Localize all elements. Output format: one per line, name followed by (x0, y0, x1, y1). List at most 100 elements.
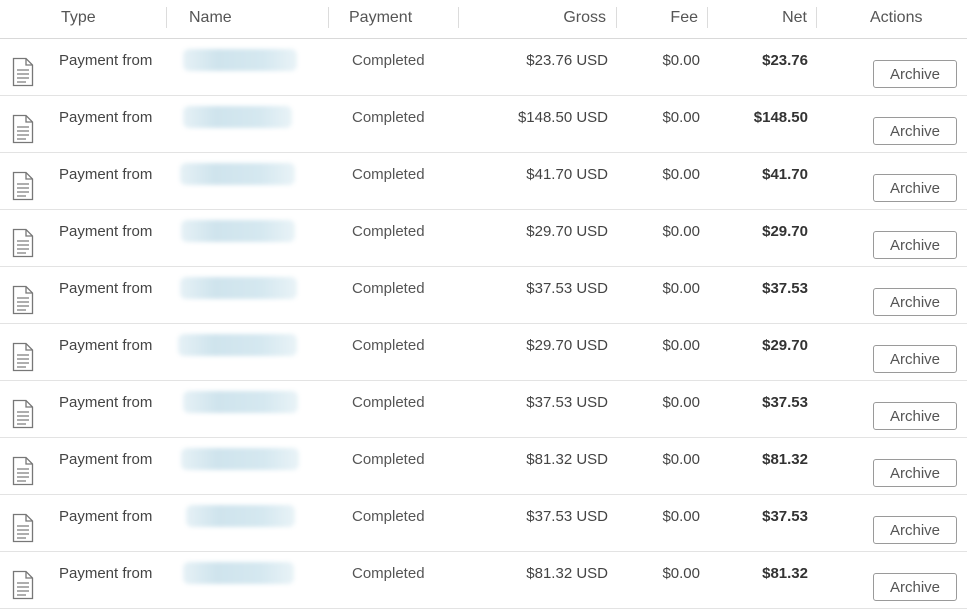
payment-status: Completed (352, 109, 425, 126)
document-icon (12, 456, 34, 486)
redacted-name[interactable] (180, 277, 297, 299)
net-amount: $37.53 (762, 280, 808, 297)
type-label: Payment from (59, 166, 153, 183)
redacted-name[interactable] (183, 562, 294, 584)
document-icon (12, 342, 34, 372)
transactions-table: Type Name Payment Gross Fee Net Actions … (0, 0, 967, 609)
net-amount: $23.76 (762, 52, 808, 69)
payment-status: Completed (352, 166, 425, 183)
table-row[interactable]: Payment from Completed $81.32 USD $0.00 $81.… (0, 552, 967, 609)
net-amount: $29.70 (762, 337, 808, 354)
gross-amount: $81.32 USD (526, 565, 608, 582)
archive-button[interactable]: Archive (873, 345, 957, 373)
column-divider (458, 7, 459, 28)
document-icon (12, 114, 34, 144)
document-icon (12, 399, 34, 429)
column-header-fee[interactable]: Fee (670, 9, 698, 27)
payment-status: Completed (352, 394, 425, 411)
redacted-name[interactable] (180, 163, 295, 185)
document-icon (12, 513, 34, 543)
archive-button[interactable]: Archive (873, 402, 957, 430)
type-label: Payment from (59, 280, 153, 297)
document-icon (12, 57, 34, 87)
fee-amount: $0.00 (662, 337, 700, 354)
redacted-name[interactable] (186, 505, 295, 527)
gross-amount: $37.53 USD (526, 280, 608, 297)
table-row[interactable]: Payment from Completed $29.70 USD $0.00 $29.… (0, 324, 967, 381)
type-label: Payment from (59, 508, 153, 525)
fee-amount: $0.00 (662, 223, 700, 240)
redacted-name[interactable] (183, 391, 298, 413)
fee-amount: $0.00 (662, 52, 700, 69)
column-header-name[interactable]: Name (189, 9, 232, 27)
type-label: Payment from (59, 565, 153, 582)
gross-amount: $37.53 USD (526, 508, 608, 525)
gross-amount: $29.70 USD (526, 337, 608, 354)
fee-amount: $0.00 (662, 280, 700, 297)
gross-amount: $29.70 USD (526, 223, 608, 240)
table-body: Payment from Completed $23.76 USD $0.00 $23.… (0, 39, 967, 609)
payment-status: Completed (352, 508, 425, 525)
table-row[interactable]: Payment from Completed $41.70 USD $0.00 $41.… (0, 153, 967, 210)
table-row[interactable]: Payment from Completed $37.53 USD $0.00 $37.… (0, 495, 967, 552)
column-divider (328, 7, 329, 28)
net-amount: $29.70 (762, 223, 808, 240)
redacted-name[interactable] (181, 448, 299, 470)
payment-status: Completed (352, 223, 425, 240)
column-header-gross[interactable]: Gross (563, 9, 606, 27)
archive-button[interactable]: Archive (873, 573, 957, 601)
redacted-name[interactable] (183, 106, 292, 128)
column-header-net[interactable]: Net (782, 9, 807, 27)
fee-amount: $0.00 (662, 166, 700, 183)
document-icon (12, 570, 34, 600)
type-label: Payment from (59, 52, 153, 69)
archive-button[interactable]: Archive (873, 516, 957, 544)
net-amount: $41.70 (762, 166, 808, 183)
net-amount: $81.32 (762, 565, 808, 582)
table-row[interactable]: Payment from Completed $37.53 USD $0.00 $37.… (0, 267, 967, 324)
column-header-actions: Actions (870, 9, 923, 26)
gross-amount: $37.53 USD (526, 394, 608, 411)
type-label: Payment from (59, 394, 153, 411)
payment-status: Completed (352, 565, 425, 582)
payment-status: Completed (352, 337, 425, 354)
archive-button[interactable]: Archive (873, 60, 957, 88)
archive-button[interactable]: Archive (873, 459, 957, 487)
fee-amount: $0.00 (662, 508, 700, 525)
net-amount: $81.32 (762, 451, 808, 468)
archive-button[interactable]: Archive (873, 288, 957, 316)
type-label: Payment from (59, 223, 153, 240)
column-header-payment[interactable]: Payment (349, 9, 412, 27)
column-divider (816, 7, 817, 28)
net-amount: $37.53 (762, 508, 808, 525)
gross-amount: $81.32 USD (526, 451, 608, 468)
redacted-name[interactable] (183, 49, 297, 71)
archive-button[interactable]: Archive (873, 231, 957, 259)
gross-amount: $41.70 USD (526, 166, 608, 183)
gross-amount: $23.76 USD (526, 52, 608, 69)
document-icon (12, 228, 34, 258)
table-row[interactable]: Payment from Completed $37.53 USD $0.00 $37.… (0, 381, 967, 438)
archive-button[interactable]: Archive (873, 117, 957, 145)
archive-button[interactable]: Archive (873, 174, 957, 202)
type-label: Payment from (59, 109, 153, 126)
net-amount: $37.53 (762, 394, 808, 411)
table-row[interactable]: Payment from Completed $29.70 USD $0.00 $29.… (0, 210, 967, 267)
redacted-name[interactable] (181, 220, 295, 242)
column-divider (166, 7, 167, 28)
redacted-name[interactable] (178, 334, 297, 356)
table-row[interactable]: Payment from Completed $81.32 USD $0.00 $81.… (0, 438, 967, 495)
type-label: Payment from (59, 337, 153, 354)
payment-status: Completed (352, 280, 425, 297)
column-divider (707, 7, 708, 28)
fee-amount: $0.00 (662, 394, 700, 411)
table-row[interactable]: Payment from Completed $148.50 USD $0.00 $14… (0, 96, 967, 153)
column-divider (616, 7, 617, 28)
type-label: Payment from (59, 451, 153, 468)
gross-amount: $148.50 USD (517, 109, 608, 126)
column-header-type[interactable]: Type (61, 9, 96, 27)
table-row[interactable]: Payment from Completed $23.76 USD $0.00 $23.… (0, 39, 967, 96)
document-icon (12, 171, 34, 201)
payment-status: Completed (352, 52, 425, 69)
table-header: Type Name Payment Gross Fee Net Actions (0, 0, 967, 39)
